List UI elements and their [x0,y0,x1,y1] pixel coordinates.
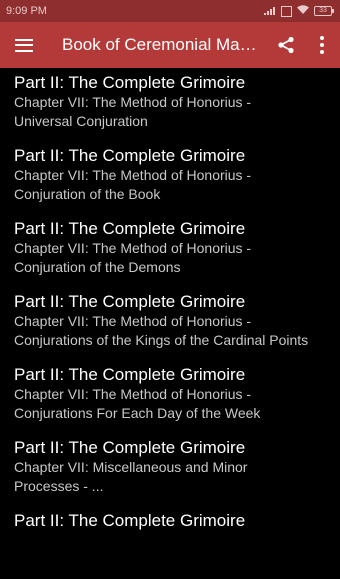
list-item[interactable]: Part II: The Complete Grimoire Chapter V… [0,433,340,506]
item-subtitle-line1: Chapter VII: The Method of Honorius - [14,94,252,110]
item-title: Part II: The Complete Grimoire [14,73,246,92]
item-subtitle-line2: Conjuration of the Demons [14,259,181,275]
item-subtitle-line1: Chapter VII: The Method of Honorius - [14,240,252,256]
wifi-icon [297,5,309,17]
chapter-list: Part II: The Complete Grimoire Chapter V… [0,68,340,579]
share-icon [278,36,294,54]
item-subtitle-line2: Conjuration of the Book [14,186,161,202]
list-item[interactable]: Part II: The Complete Grimoire Chapter V… [0,214,340,287]
app-title: Book of Ceremonial Magic [62,35,262,54]
item-subtitle-line1: Chapter VII: Miscellaneous and Minor [14,459,248,475]
item-title: Part II: The Complete Grimoire [14,292,246,311]
battery-icon: 33 [314,6,334,16]
list-item[interactable]: Part II: The Complete Grimoire Chapter V… [0,68,340,141]
share-button[interactable] [268,22,304,68]
status-time: 9:09 PM [6,5,47,17]
item-title: Part II: The Complete Grimoire [14,365,246,384]
item-title: Part II: The Complete Grimoire [14,511,246,530]
item-subtitle-line2: Universal Conjuration [14,113,148,129]
signal-icon [264,7,276,15]
menu-icon[interactable] [0,22,48,68]
item-subtitle-line1: Chapter VII: The Method of Honorius - [14,386,252,402]
status-bar: 9:09 PM 33 [0,0,340,22]
more-vert-icon [320,36,324,54]
item-title: Part II: The Complete Grimoire [14,438,246,457]
data-saver-icon [281,5,292,17]
battery-level: 33 [319,7,327,14]
item-title: Part II: The Complete Grimoire [14,146,246,165]
app-bar: Book of Ceremonial Magic [0,22,340,68]
list-item[interactable]: Part II: The Complete Grimoire [0,506,340,579]
item-subtitle-line1: Chapter VII: The Method of Honorius - [14,313,252,329]
item-subtitle-line2: Conjurations of the Kings of the Cardina… [14,332,309,348]
item-title: Part II: The Complete Grimoire [14,219,246,238]
status-icons: 33 [264,5,334,17]
list-item[interactable]: Part II: The Complete Grimoire Chapter V… [0,141,340,214]
item-subtitle-line1: Chapter VII: The Method of Honorius - [14,167,252,183]
list-item[interactable]: Part II: The Complete Grimoire Chapter V… [0,360,340,433]
item-subtitle-line2: Conjurations For Each Day of the Week [14,405,261,421]
more-options-button[interactable] [304,22,340,68]
list-item[interactable]: Part II: The Complete Grimoire Chapter V… [0,287,340,360]
item-subtitle-line2: Processes - ... [14,478,104,494]
